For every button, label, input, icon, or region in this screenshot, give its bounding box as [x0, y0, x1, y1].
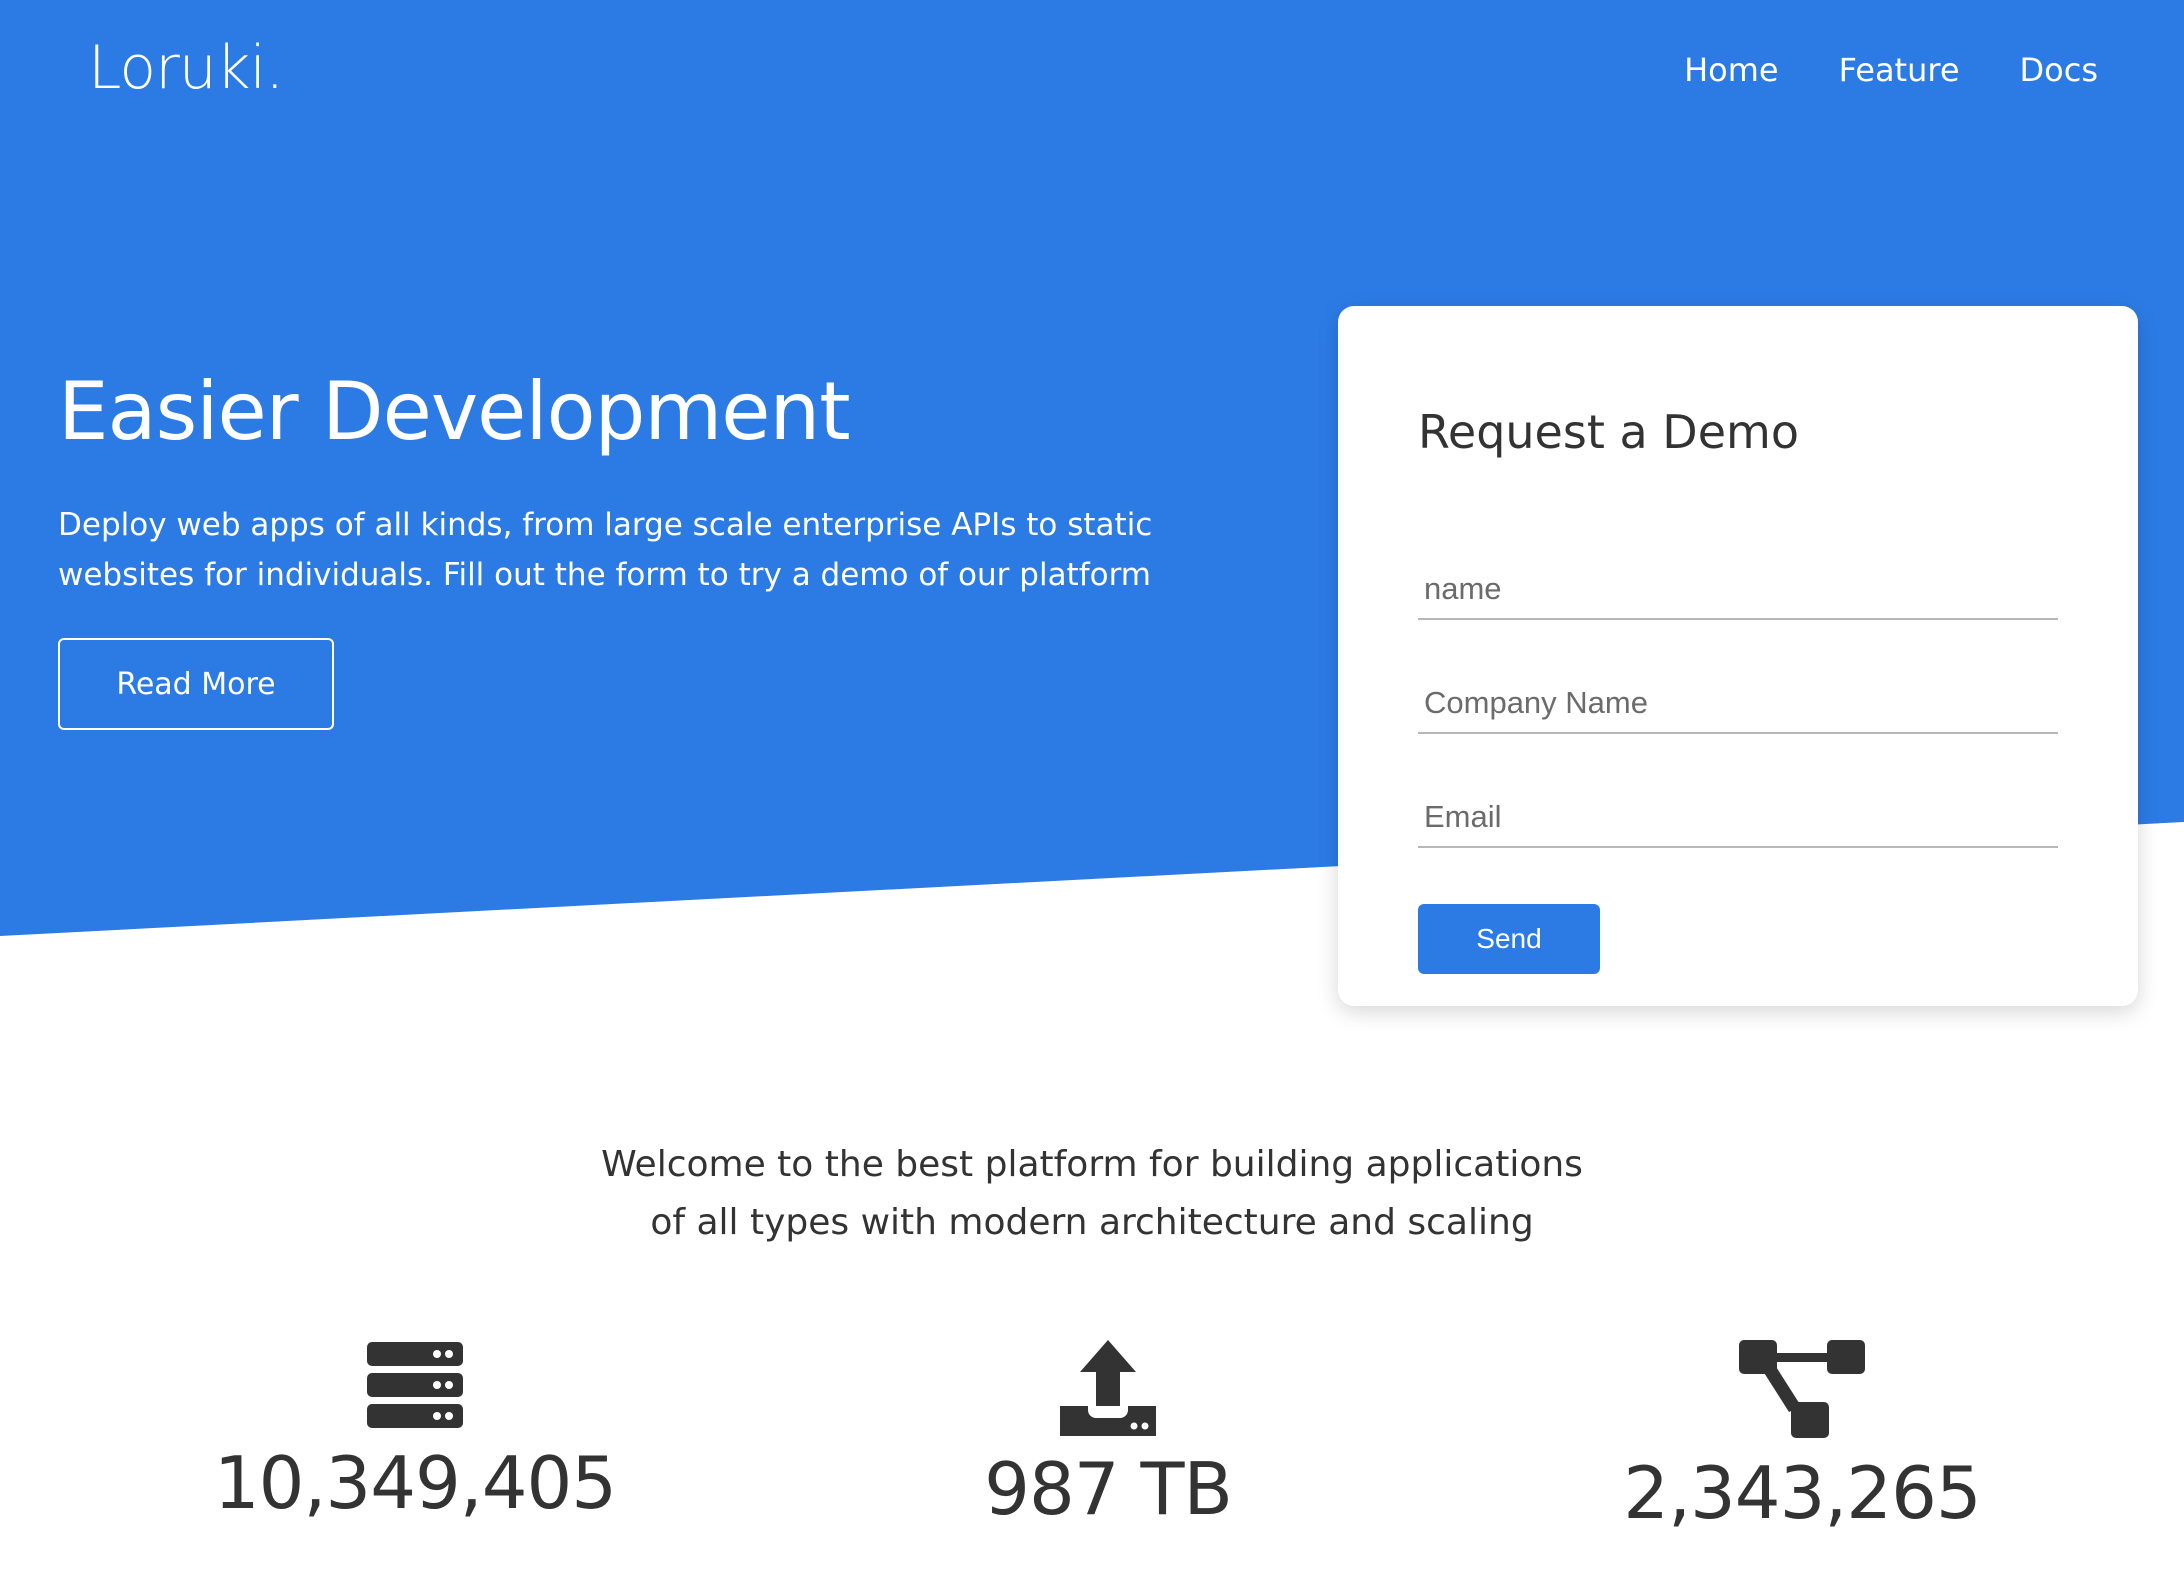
read-more-button[interactable]: Read More: [58, 638, 334, 730]
upload-icon: [1060, 1340, 1156, 1436]
email-field[interactable]: [1418, 792, 2058, 848]
stat-item: 2,343,265: [1502, 1340, 2102, 1538]
hero-description: Deploy web apps of all kinds, from large…: [58, 507, 1153, 593]
nav-link-home[interactable]: Home: [1684, 48, 1779, 92]
hero-title: Easier Development: [58, 365, 851, 458]
stat-value: 10,349,405: [213, 1441, 617, 1525]
project-diagram-icon: [1739, 1340, 1865, 1438]
send-button[interactable]: Send: [1418, 904, 1600, 974]
company-name-field[interactable]: [1418, 678, 2058, 734]
stat-item: 987 TB: [808, 1340, 1408, 1534]
nav-link-docs[interactable]: Docs: [2020, 48, 2098, 92]
nav-link-feature[interactable]: Feature: [1839, 48, 1960, 92]
stat-item: 10,349,405: [115, 1340, 715, 1528]
demo-form-title: Request a Demo: [1418, 405, 1799, 459]
server-icon: [367, 1342, 463, 1428]
logo[interactable]: Loruki.: [88, 28, 284, 108]
request-demo-card: Request a Demo Send: [1338, 306, 2138, 1006]
stat-value: 987 TB: [984, 1447, 1233, 1531]
main-nav: Home Feature Docs: [1684, 48, 2098, 92]
welcome-text: Welcome to the best platform for buildin…: [601, 1144, 1583, 1243]
stat-value: 2,343,265: [1623, 1451, 1981, 1535]
name-field[interactable]: [1418, 564, 2058, 620]
